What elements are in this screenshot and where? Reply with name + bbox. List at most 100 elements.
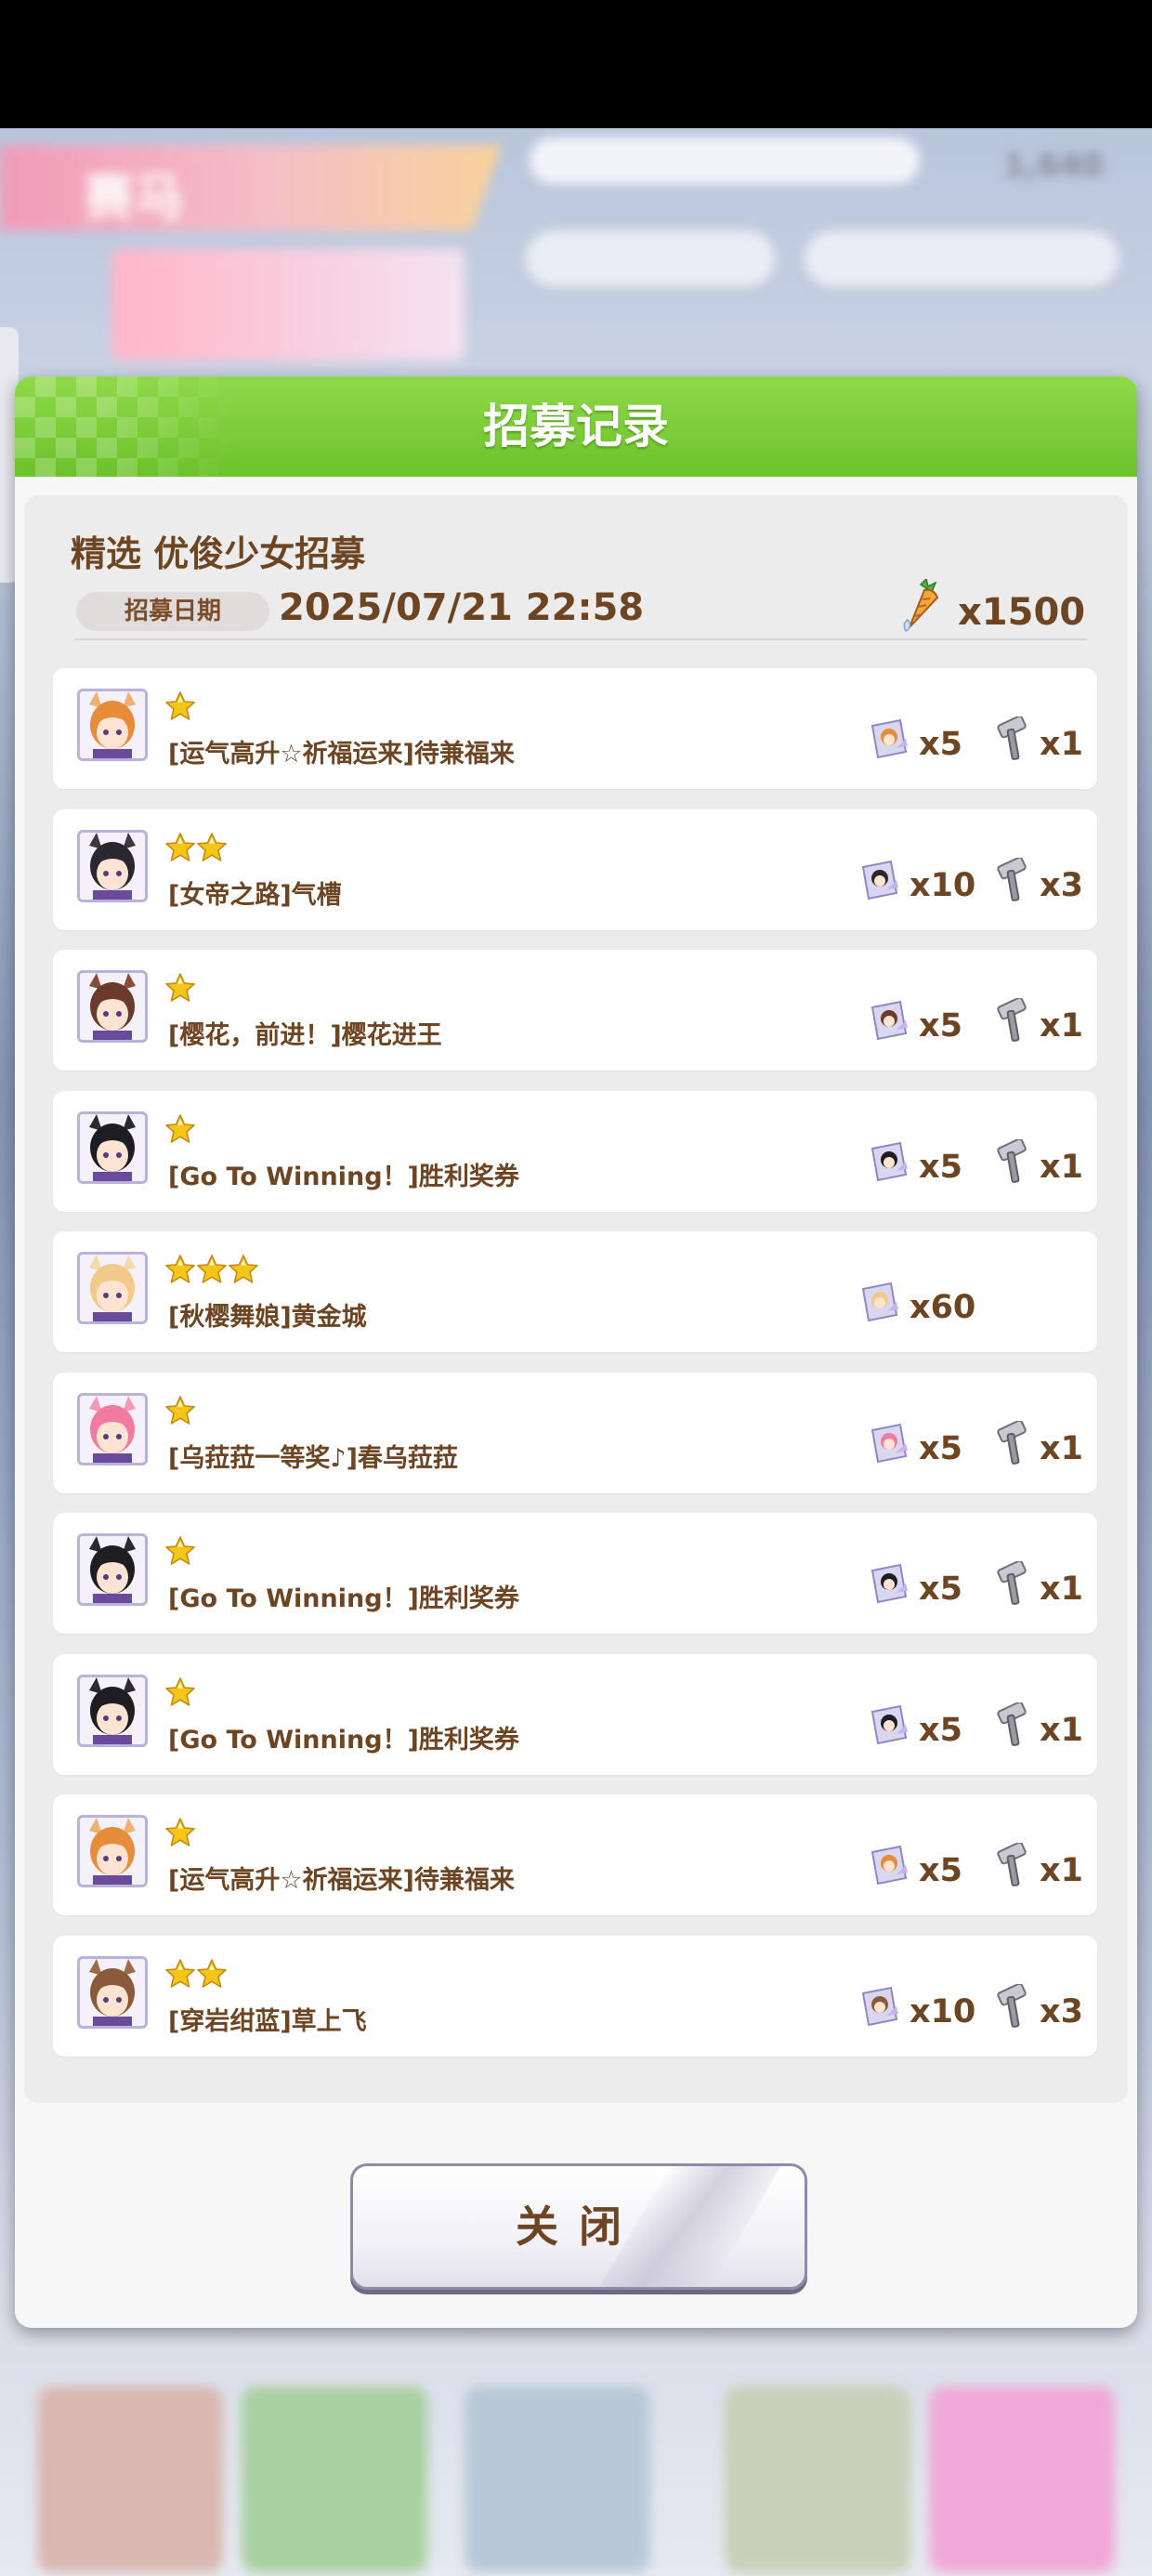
character-portrait [77,1815,148,1887]
piece-count: x10 [910,866,976,904]
support-card-name: [Go To Winning！]胜利奖券 [168,1162,519,1191]
character-portrait [77,1533,148,1606]
background-header [0,145,502,230]
hammer-icon [995,1841,1032,1887]
history-row[interactable]: [运气高升☆祈福运来]待兼福来 x5 x1 [53,1794,1097,1915]
gacha-history-dialog: 招募记录 精选 优俊少女招募 招募日期 2025/07/21 22:58 x15… [15,376,1137,2328]
hammer-icon [995,1137,1032,1184]
star-icon [164,832,196,863]
character-portrait [77,1392,148,1465]
rarity-stars [164,690,196,722]
hammer-count: x1 [1040,1711,1083,1749]
character-portrait [77,689,148,761]
character-piece-icon [856,1984,902,2031]
history-row[interactable]: [穿岩绀蓝]草上飞 x10 x3 [53,1935,1097,2057]
background-menu-tile [242,2386,427,2572]
close-button-label: 关闭 [516,2201,642,2252]
rarity-stars [164,972,196,1004]
background-event-banner [111,249,465,361]
character-piece-icon [865,1702,911,1749]
history-row[interactable]: [女帝之路]气槽 x10 x3 [53,808,1097,930]
support-card-name: [女帝之路]气槽 [168,880,342,910]
character-piece-icon [865,1139,911,1186]
star-icon [164,1395,196,1426]
background-coin-count: 1,640 [1003,147,1104,184]
piece-count: x5 [919,1148,962,1186]
history-row[interactable]: [秋樱舞娘]黄金城 x60 [53,1231,1097,1352]
support-card-name: [秋樱舞娘]黄金城 [168,1303,367,1332]
character-piece-icon [865,1421,911,1467]
background-bottom-menu [0,2321,1152,2576]
support-card-name: [运气高升☆祈福运来]待兼福来 [168,1866,515,1895]
piece-count: x5 [919,726,962,763]
character-piece-icon [856,1280,902,1326]
history-row[interactable]: [樱花，前进！]樱花进王 x5 x1 [53,950,1097,1071]
rarity-stars [164,1395,196,1426]
character-piece-icon [865,998,911,1045]
piece-count: x5 [919,1429,962,1467]
status-bar [0,0,1152,128]
hammer-count: x1 [1040,1148,1083,1186]
background-menu-tile [929,2386,1115,2572]
history-row[interactable]: [乌菈菈一等奖♪]春乌菈菈 x5 x1 [53,1372,1097,1493]
star-icon [164,1817,196,1848]
rarity-stars [164,1817,196,1848]
piece-count: x5 [919,1571,962,1608]
character-portrait [77,829,148,902]
hammer-count: x1 [1040,1429,1083,1467]
history-row[interactable]: [Go To Winning！]胜利奖券 x5 x1 [53,1653,1097,1775]
background-coin-bar [530,138,920,184]
support-card-name: [Go To Winning！]胜利奖券 [168,1725,519,1755]
hammer-count: x1 [1040,726,1083,763]
hammer-count: x3 [1040,1992,1083,2031]
hammer-icon [995,1559,1032,1606]
character-piece-icon [865,716,911,763]
character-portrait [77,1252,148,1324]
history-row[interactable]: [运气高升☆祈福运来]待兼福来 x5 x1 [53,668,1097,789]
star-icon [196,1254,228,1285]
dialog-header: 招募记录 [15,376,1137,477]
rarity-stars [164,832,228,863]
piece-count: x5 [919,1007,962,1045]
hammer-icon [995,1419,1032,1465]
rarity-stars [164,1535,196,1567]
star-icon [164,1535,196,1567]
character-piece-icon [865,1561,911,1608]
date-value: 2025/07/21 22:58 [279,586,645,629]
rarity-stars [164,1958,228,1990]
piece-count: x60 [910,1289,976,1326]
rarity-stars [164,1676,196,1708]
hammer-count: x3 [1040,866,1083,904]
character-piece-icon [856,858,902,904]
rarity-stars [164,1254,259,1285]
character-portrait [77,970,148,1043]
star-icon [164,1676,196,1708]
character-portrait [77,1674,148,1747]
piece-count: x5 [919,1711,962,1749]
rarity-stars [164,1113,196,1145]
dialog-title: 招募记录 [483,400,669,453]
banner-name: 精选 优俊少女招募 [71,533,366,574]
background-menu-tile [465,2386,650,2572]
background-menu-tile [37,2386,223,2572]
character-portrait [77,1111,148,1184]
star-icon [164,1113,196,1145]
history-row[interactable]: [Go To Winning！]胜利奖券 x5 x1 [53,1090,1097,1212]
hammer-icon [995,1982,1032,2029]
star-icon [164,1958,196,1990]
star-icon [164,972,196,1004]
hammer-count: x1 [1040,1571,1083,1608]
close-button[interactable]: 关闭 [350,2163,807,2290]
history-row[interactable]: [Go To Winning！]胜利奖券 x5 x1 [53,1513,1097,1634]
header-divider [74,638,1087,640]
hammer-count: x1 [1040,1852,1083,1889]
star-icon [196,832,228,863]
support-card-name: [乌菈菈一等奖♪]春乌菈菈 [168,1443,458,1473]
hammer-icon [995,996,1032,1043]
star-icon [164,690,196,722]
background-pill-button [525,230,776,288]
star-icon [228,1254,259,1285]
star-icon [164,1254,196,1285]
background-pill-button [804,230,1119,288]
character-portrait [77,1955,148,2029]
